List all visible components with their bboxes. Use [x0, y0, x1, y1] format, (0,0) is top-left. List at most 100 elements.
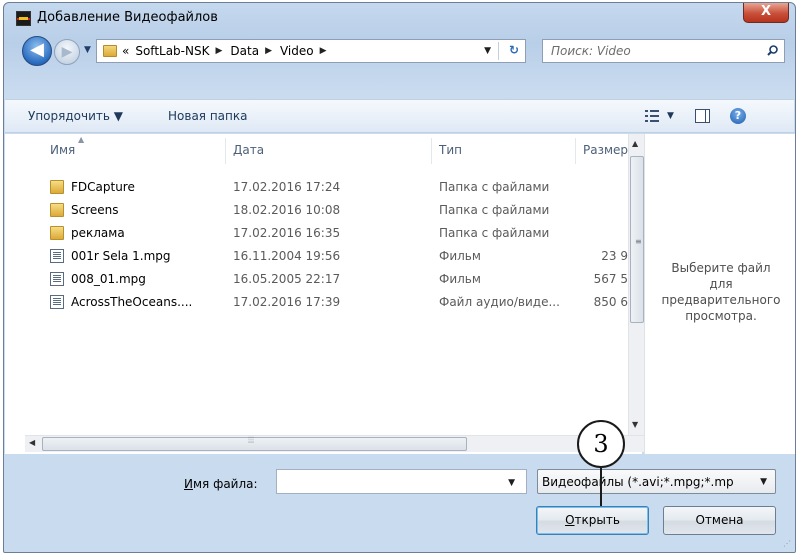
file-date: 17.02.2016 17:39 — [233, 295, 341, 309]
file-type: Папка с файлами — [439, 180, 550, 194]
file-size: 567 5 — [593, 272, 628, 286]
filename-field[interactable]: ▼ — [276, 469, 527, 494]
breadcrumb-video[interactable]: Video — [280, 44, 314, 58]
new-folder-button[interactable]: Новая папка — [168, 109, 247, 123]
column-header-size[interactable]: Размер — [583, 143, 628, 157]
file-date: 18.02.2016 10:08 — [233, 203, 341, 217]
column-divider[interactable] — [575, 138, 576, 164]
add-video-files-dialog: Добавление Видеофайлов X ◀ ▶ ▼ « SoftLab… — [3, 2, 796, 553]
folder-icon — [50, 180, 64, 194]
recent-locations-chevron-down-icon[interactable]: ▼ — [84, 45, 91, 55]
list-item[interactable]: Screens 18.02.2016 10:08 Папка с файлами — [5, 199, 635, 221]
horizontal-scroll-thumb[interactable]: ⦙⦙⦙ — [42, 436, 467, 451]
preview-message-line: для — [709, 277, 733, 291]
grip-icon: ⦙⦙⦙ — [248, 436, 255, 446]
file-date: 16.11.2004 19:56 — [233, 249, 341, 263]
column-header-date[interactable]: Дата — [233, 143, 264, 157]
horizontal-scrollbar[interactable]: ◀ ⦙⦙⦙ — [25, 435, 645, 452]
grip-icon: ≡ — [635, 237, 642, 246]
file-size: 23 9 — [601, 249, 628, 263]
scroll-down-icon[interactable]: ▼ — [632, 420, 638, 429]
vertical-scroll-thumb[interactable]: ≡ — [630, 156, 644, 323]
filter-chevron-down-icon[interactable]: ▼ — [760, 477, 767, 487]
file-name: реклама — [71, 226, 125, 240]
preview-pane: Выберите файл для предварительного просм… — [644, 134, 795, 454]
file-type-filter-value: Видеофайлы (*.avi;*.mpg;*.mp — [542, 475, 734, 489]
file-name: FDCapture — [71, 180, 135, 194]
address-history-chevron-down-icon[interactable]: ▼ — [484, 46, 491, 56]
view-options-icon[interactable] — [645, 109, 659, 123]
video-file-icon — [50, 272, 64, 286]
file-type: Папка с файлами — [439, 226, 550, 240]
preview-message-line: Выберите файл — [671, 261, 771, 275]
navigation-bar: ◀ ▶ ▼ « SoftLab-NSK ▶ Data ▶ Video ▶ ▼ ↻… — [4, 33, 795, 69]
file-type: Файл аудио/виде... — [439, 295, 560, 309]
step-callout: 3 — [577, 420, 625, 468]
callout-pointer — [600, 468, 602, 506]
help-icon[interactable]: ? — [730, 108, 746, 124]
breadcrumb-data[interactable]: Data — [230, 44, 259, 58]
address-bar[interactable]: « SoftLab-NSK ▶ Data ▶ Video ▶ ▼ ↻ — [96, 39, 526, 63]
video-file-icon — [50, 295, 64, 309]
search-placeholder: Поиск: Video — [551, 44, 631, 58]
breadcrumb-arrow-icon[interactable]: ▶ — [320, 46, 327, 56]
open-accesskey: О — [565, 513, 575, 527]
column-header-name[interactable]: Имя — [50, 143, 75, 157]
file-name: 001r Sela 1.mpg — [71, 249, 171, 263]
preview-pane-icon[interactable] — [695, 109, 710, 123]
cancel-button[interactable]: Отмена — [663, 506, 776, 535]
column-divider[interactable] — [225, 138, 226, 164]
file-name: Screens — [71, 203, 119, 217]
file-type: Папка с файлами — [439, 203, 550, 217]
list-item[interactable]: FDCapture 17.02.2016 17:24 Папка с файла… — [5, 176, 635, 198]
search-icon[interactable] — [767, 45, 778, 56]
column-divider[interactable] — [431, 138, 432, 164]
view-chevron-down-icon[interactable]: ▼ — [667, 111, 674, 121]
breadcrumb-prefix[interactable]: « — [122, 44, 129, 58]
open-button[interactable]: Открыть — [536, 506, 649, 535]
list-item[interactable]: 001r Sela 1.mpg 16.11.2004 19:56 Фильм 2… — [5, 245, 635, 267]
vertical-scrollbar[interactable]: ▲ ≡ ▼ — [628, 134, 644, 437]
resize-grip-icon[interactable]: ⋰ — [783, 539, 791, 548]
folder-icon — [50, 203, 64, 217]
organize-button[interactable]: Упорядочить ▼ — [28, 109, 123, 123]
file-date: 17.02.2016 17:24 — [233, 180, 341, 194]
preview-message-line: предварительного — [661, 293, 781, 307]
divider — [498, 42, 499, 60]
forward-button[interactable]: ▶ — [54, 39, 80, 65]
video-file-icon — [50, 249, 64, 263]
column-header-type[interactable]: Тип — [439, 143, 462, 157]
filename-label: Имя файла: — [184, 477, 258, 491]
close-button[interactable]: X — [743, 3, 789, 23]
search-input[interactable]: Поиск: Video — [542, 39, 785, 63]
scroll-up-icon[interactable]: ▲ — [632, 139, 638, 148]
folder-icon — [50, 226, 64, 240]
refresh-icon[interactable]: ↻ — [509, 43, 519, 57]
open-label: ткрыть — [574, 513, 620, 527]
list-item[interactable]: реклама 17.02.2016 16:35 Папка с файлами — [5, 222, 635, 244]
app-logo-icon — [16, 11, 31, 26]
breadcrumb-arrow-icon[interactable]: ▶ — [265, 46, 272, 56]
file-list: ▲ Имя Дата Тип Размер FDCapture 17.02.20… — [5, 134, 642, 454]
window-title: Добавление Видеофайлов — [37, 10, 218, 25]
file-name: 008_01.mpg — [71, 272, 146, 286]
sort-arrow-icon: ▲ — [78, 135, 85, 144]
folder-icon — [103, 45, 117, 57]
filename-label-text: мя файла: — [192, 477, 258, 491]
scroll-left-icon[interactable]: ◀ — [29, 438, 35, 447]
breadcrumb-softlab-nsk[interactable]: SoftLab-NSK — [135, 44, 209, 58]
file-type: Фильм — [439, 272, 481, 286]
filename-chevron-down-icon[interactable]: ▼ — [508, 478, 515, 488]
list-item[interactable]: AcrossTheOceans.... 17.02.2016 17:39 Фай… — [5, 291, 635, 313]
list-item[interactable]: 008_01.mpg 16.05.2005 22:17 Фильм 567 5 — [5, 268, 635, 290]
back-button[interactable]: ◀ — [22, 36, 52, 66]
file-date: 16.05.2005 22:17 — [233, 272, 341, 286]
breadcrumb-arrow-icon[interactable]: ▶ — [215, 46, 222, 56]
preview-message: Выберите файл для предварительного просм… — [645, 260, 795, 324]
file-type-filter-select[interactable]: Видеофайлы (*.avi;*.mpg;*.mp ▼ — [537, 469, 776, 494]
title-bar: Добавление Видеофайлов X — [4, 3, 795, 31]
file-type: Фильм — [439, 249, 481, 263]
file-name: AcrossTheOceans.... — [71, 295, 193, 309]
file-date: 17.02.2016 16:35 — [233, 226, 341, 240]
file-size: 850 6 — [593, 295, 628, 309]
